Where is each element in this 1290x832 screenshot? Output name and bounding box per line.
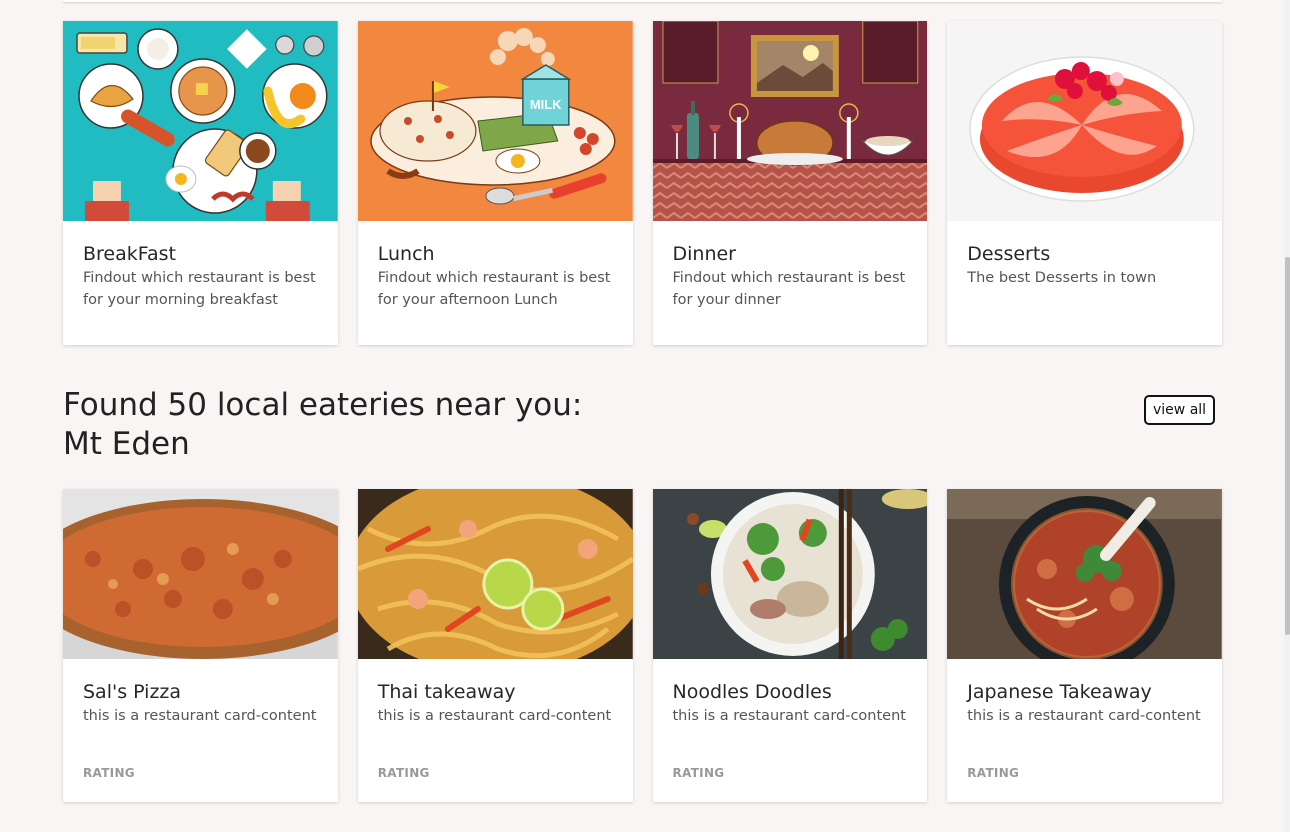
card-description: this is a restaurant card-content bbox=[83, 708, 317, 724]
card-description: this is a restaurant card-content bbox=[377, 708, 612, 724]
meal-card-desserts[interactable]: Desserts The best Desserts in town bbox=[947, 21, 1222, 345]
card-title: BreakFast bbox=[83, 243, 176, 265]
ramen-photo-icon bbox=[947, 489, 1222, 659]
card-title: Lunch bbox=[377, 243, 435, 265]
card-description: Findout which restaurant is best for you… bbox=[377, 270, 611, 308]
card-title: Thai takeaway bbox=[377, 681, 516, 703]
milk-carton-label: MILK bbox=[530, 97, 562, 112]
meal-card-breakfast[interactable]: BreakFast Findout which restaurant is be… bbox=[63, 21, 338, 345]
previous-card-edge bbox=[63, 0, 1222, 2]
meal-card-dinner[interactable]: Dinner Findout which restaurant is best … bbox=[652, 21, 928, 345]
card-description: this is a restaurant card-content bbox=[967, 708, 1201, 724]
card-title: Dinner bbox=[672, 243, 737, 265]
card-description: The best Desserts in town bbox=[967, 270, 1157, 286]
card-description: this is a restaurant card-content bbox=[672, 708, 906, 724]
dinner-illustration-icon bbox=[652, 21, 928, 221]
lunch-illustration-icon: MILK bbox=[357, 21, 633, 221]
card-description: Findout which restaurant is best for you… bbox=[672, 270, 906, 308]
rating-label: RATING bbox=[377, 766, 430, 780]
scrollbar-track[interactable] bbox=[1284, 0, 1290, 832]
rating-label: RATING bbox=[967, 766, 1020, 780]
eateries-row: Sal's Pizza this is a restaurant card-co… bbox=[63, 489, 1222, 802]
meal-category-row: BreakFast Findout which restaurant is be… bbox=[63, 21, 1222, 345]
breakfast-illustration-icon bbox=[63, 21, 338, 221]
rating-label: RATING bbox=[83, 766, 135, 780]
meal-card-lunch[interactable]: MILK Lunch Findout which restaurant is b… bbox=[357, 21, 633, 345]
card-title: Desserts bbox=[967, 243, 1051, 265]
noodle-bowl-photo-icon bbox=[652, 489, 928, 659]
eateries-heading: Found 50 local eateries near you: Mt Ede… bbox=[63, 387, 583, 462]
view-all-button[interactable]: view all bbox=[1144, 395, 1216, 425]
restaurant-card-sals-pizza[interactable]: Sal's Pizza this is a restaurant card-co… bbox=[63, 489, 338, 802]
card-description: Findout which restaurant is best for you… bbox=[83, 270, 316, 308]
restaurant-card-noodles-doodles[interactable]: Noodles Doodles this is a restaurant car… bbox=[652, 489, 928, 802]
rating-label: RATING bbox=[672, 766, 725, 780]
restaurant-card-thai-takeaway[interactable]: Thai takeaway this is a restaurant card-… bbox=[357, 489, 633, 802]
restaurant-card-japanese-takeaway[interactable]: Japanese Takeaway this is a restaurant c… bbox=[947, 489, 1222, 802]
scrollbar-thumb[interactable] bbox=[1285, 257, 1290, 635]
card-title: Sal's Pizza bbox=[83, 681, 182, 703]
card-title: Japanese Takeaway bbox=[967, 681, 1152, 703]
dessert-illustration-icon bbox=[947, 21, 1222, 221]
thai-noodles-photo-icon bbox=[357, 489, 633, 659]
pizza-photo-icon bbox=[63, 489, 338, 659]
card-title: Noodles Doodles bbox=[672, 681, 832, 703]
